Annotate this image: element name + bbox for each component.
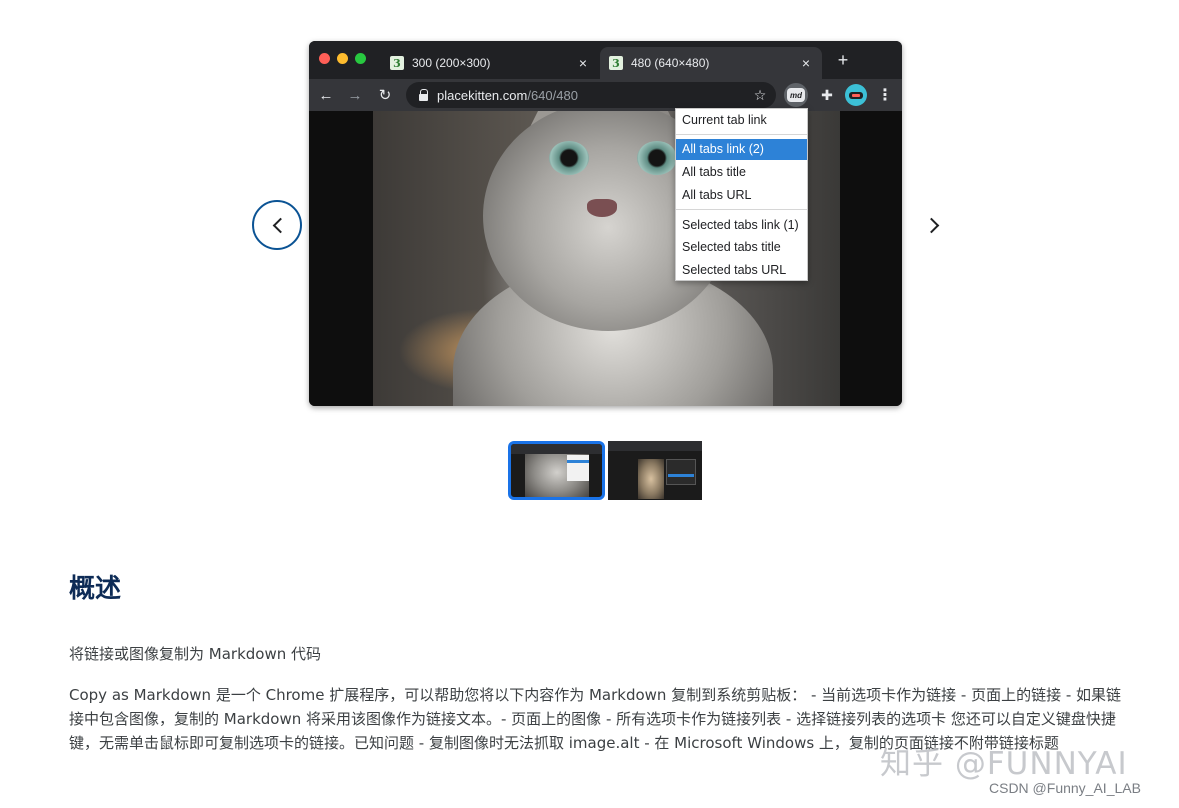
carousel-prev-button[interactable] [252, 200, 302, 250]
extensions-puzzle-icon: ✚ [821, 86, 833, 103]
thumbnail-kitten-image [638, 459, 664, 499]
menu-item-all-tabs-link: All tabs link (2) [676, 139, 807, 160]
url-path: /640/480 [527, 87, 578, 103]
window-close-dot [319, 53, 330, 64]
new-tab-icon: + [837, 49, 849, 70]
menu-item-selected-tabs-title: Selected tabs title [682, 240, 781, 254]
carousel-next-button[interactable] [922, 212, 946, 238]
menu-item-current-tab-link: Current tab link [682, 113, 767, 127]
menu-separator [676, 134, 807, 135]
browser-toolbar: ← → ↻ placekitten.com/640/480 ☆ md ✚ ⋮ [309, 79, 902, 111]
thumbnail-menu [666, 459, 696, 485]
carousel-thumbnail-2[interactable] [608, 441, 702, 500]
window-minimize-dot [337, 53, 348, 64]
page-viewport [309, 111, 902, 406]
bookmark-star-icon: ☆ [753, 86, 767, 103]
tab-close-icon: × [578, 55, 588, 71]
menu-item-all-tabs-url: All tabs URL [682, 188, 752, 202]
menu-separator [676, 209, 807, 210]
menu-item-selected-tabs-url: Selected tabs URL [682, 263, 787, 277]
tab-title: 300 (200×300) [412, 56, 491, 70]
url-host: placekitten.com [437, 87, 528, 103]
tab-title: 480 (640×480) [631, 56, 710, 70]
tab-favicon-icon: 3 [390, 56, 404, 70]
menu-item-selected-tabs-link: Selected tabs link (1) [682, 218, 799, 232]
thumbnail-menu [567, 455, 589, 481]
profile-avatar-icon [845, 84, 867, 106]
menu-item-all-tabs-title: All tabs title [682, 165, 746, 179]
chevron-right-icon [923, 217, 939, 233]
address-bar: placekitten.com/640/480 ☆ [406, 82, 776, 108]
extension-context-menu: Current tab link All tabs link (2) All t… [675, 108, 808, 281]
markdown-extension-icon: md [784, 83, 808, 107]
csdn-credit: CSDN @Funny_AI_LAB [989, 780, 1141, 796]
chevron-left-icon [272, 217, 288, 233]
tab-favicon-icon: 3 [609, 56, 623, 70]
browser-tab-1: 3 300 (200×300) × [381, 47, 599, 79]
window-zoom-dot [355, 53, 366, 64]
browser-tab-strip: 3 300 (200×300) × 3 480 (640×480) × + [309, 41, 902, 79]
forward-arrow-icon: → [347, 86, 363, 104]
kitten-nose [587, 199, 617, 217]
reload-icon: ↻ [378, 87, 392, 104]
carousel-thumbnail-1[interactable] [508, 441, 605, 500]
zhihu-watermark: 知乎 @FUNNYAI [880, 746, 1128, 782]
back-arrow-icon: ← [318, 86, 334, 104]
overview-heading: 概述 [69, 574, 122, 604]
kitten-eye-right [637, 141, 677, 175]
thumbnail-toolbar [608, 441, 702, 451]
carousel-main-screenshot: 3 300 (200×300) × 3 480 (640×480) × + ← … [309, 41, 902, 406]
kitten-eye-left [549, 141, 589, 175]
markdown-extension-label: md [787, 88, 805, 102]
overview-summary: 将链接或图像复制为 Markdown 代码 [69, 645, 321, 663]
lock-icon [419, 89, 429, 101]
browser-tab-2: 3 480 (640×480) × [600, 47, 822, 79]
browser-menu-icon: ⋮ [877, 87, 893, 104]
thumbnail-toolbar [511, 444, 602, 454]
tab-close-icon: × [801, 55, 811, 71]
